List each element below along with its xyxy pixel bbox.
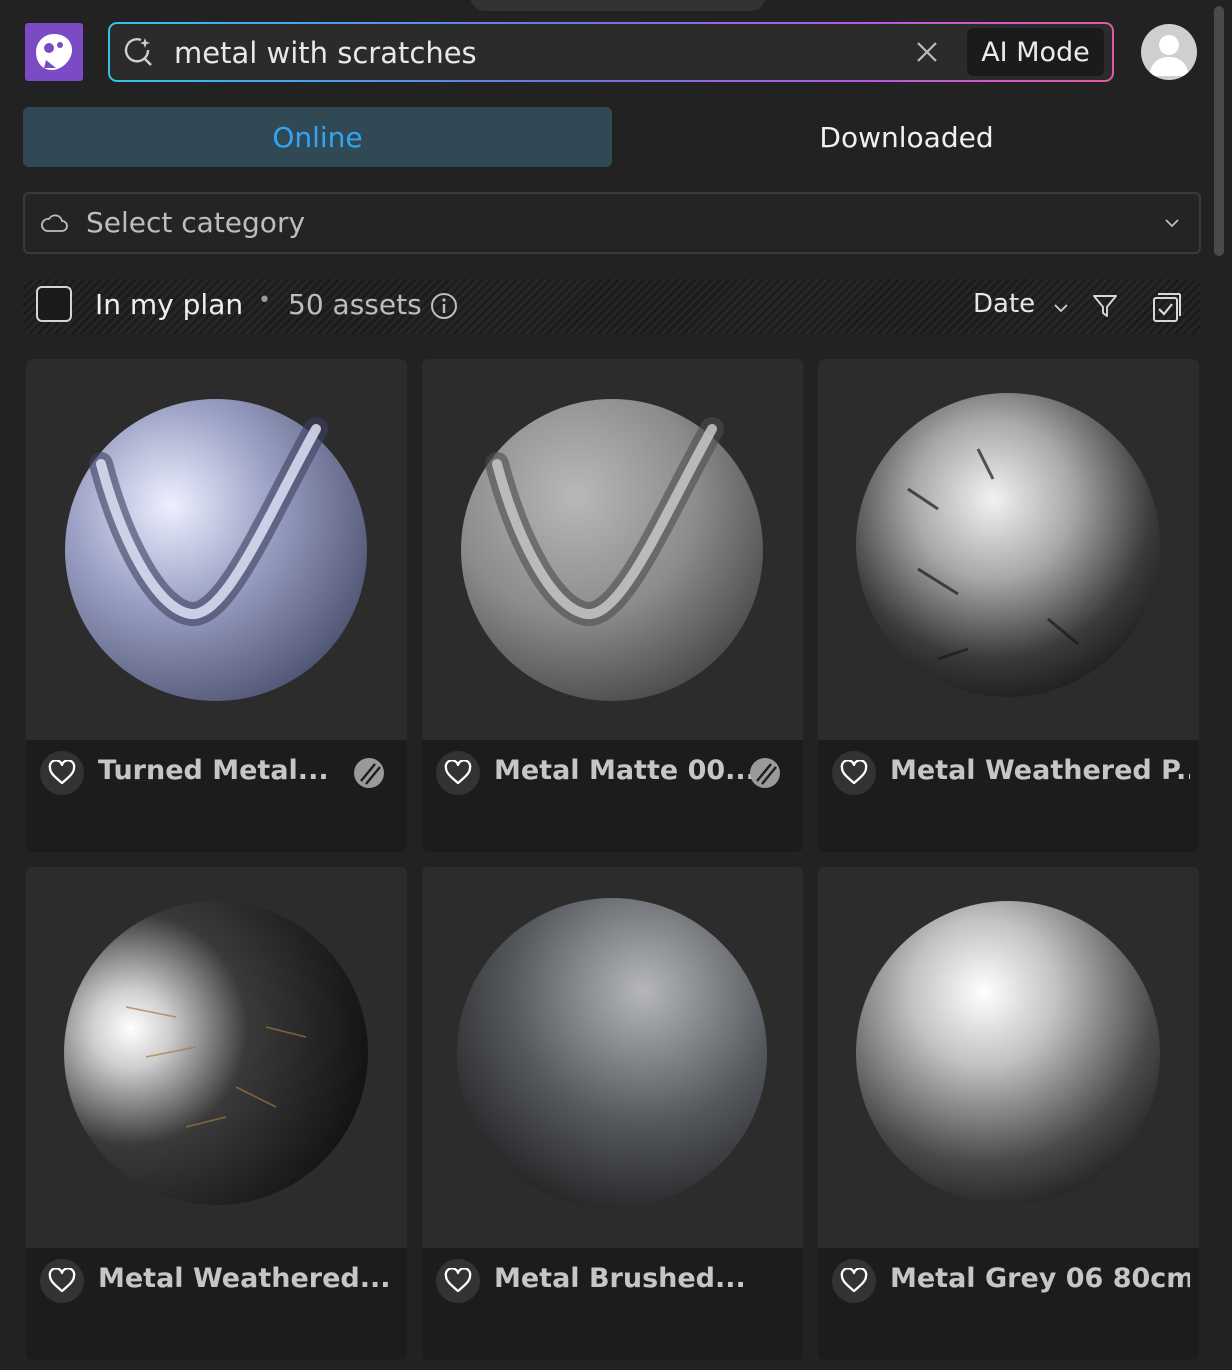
- asset-title: Metal Weathered...: [98, 1263, 391, 1294]
- favorite-button[interactable]: [40, 1259, 84, 1303]
- category-placeholder: Select category: [86, 206, 306, 239]
- separator-dot: •: [258, 288, 271, 313]
- search-input[interactable]: [172, 28, 896, 78]
- heart-icon: [840, 760, 868, 785]
- info-icon[interactable]: [429, 291, 459, 321]
- category-select[interactable]: Select category: [23, 192, 1201, 254]
- clear-icon[interactable]: [913, 38, 941, 66]
- heart-icon: [444, 760, 472, 785]
- material-badge-icon: [750, 758, 780, 788]
- material-sphere-image: [856, 393, 1160, 697]
- in-my-plan-checkbox[interactable]: [36, 286, 72, 322]
- asset-thumbnail[interactable]: [26, 867, 407, 1248]
- heart-icon: [444, 1268, 472, 1293]
- user-avatar[interactable]: [1141, 24, 1197, 80]
- favorite-button[interactable]: [832, 1259, 876, 1303]
- material-sphere-image: [64, 901, 368, 1205]
- app-logo[interactable]: [25, 23, 83, 81]
- favorite-button[interactable]: [436, 751, 480, 795]
- asset-thumbnail[interactable]: [422, 867, 803, 1248]
- search-icon: [124, 38, 152, 66]
- asset-thumbnail[interactable]: [818, 867, 1199, 1248]
- asset-card[interactable]: Metal Brushed...: [422, 867, 803, 1360]
- material-sphere-image: [457, 898, 767, 1208]
- asset-thumbnail[interactable]: [818, 359, 1199, 740]
- filter-bar: In my plan • 50 assets Date: [23, 279, 1201, 334]
- asset-thumbnail[interactable]: [26, 359, 407, 740]
- heart-icon: [48, 760, 76, 785]
- top-notch: [470, 0, 766, 11]
- asset-thumbnail[interactable]: [422, 359, 803, 740]
- select-all-icon[interactable]: [1151, 291, 1181, 323]
- favorite-button[interactable]: [832, 751, 876, 795]
- asset-title: Metal Grey 06 80cm: [890, 1263, 1190, 1294]
- chevron-down-icon: [1165, 219, 1179, 228]
- user-avatar-icon: [1149, 35, 1189, 76]
- asset-card[interactable]: Metal Grey 06 80cm: [818, 867, 1199, 1360]
- heart-icon: [48, 1268, 76, 1293]
- tab-online[interactable]: Online: [23, 107, 612, 167]
- heart-icon: [840, 1268, 868, 1293]
- asset-card[interactable]: Metal Matte 00...: [422, 359, 803, 852]
- search-box: AI Mode: [108, 22, 1114, 82]
- favorite-button[interactable]: [40, 751, 84, 795]
- sort-date-label[interactable]: Date: [973, 289, 1035, 319]
- asset-title: Metal Matte 00...: [494, 755, 756, 786]
- material-sphere-image: [461, 399, 763, 701]
- tab-downloaded[interactable]: Downloaded: [612, 107, 1201, 167]
- asset-card[interactable]: Metal Weathered...: [26, 867, 407, 1360]
- asset-count: 50 assets: [288, 288, 422, 321]
- in-my-plan-label: In my plan: [95, 288, 244, 321]
- scrollbar-thumb[interactable]: [1214, 6, 1224, 256]
- asset-card[interactable]: Turned Metal...: [26, 359, 407, 852]
- asset-title: Turned Metal...: [98, 755, 329, 786]
- material-sphere-image: [65, 399, 367, 701]
- asset-title: Metal Weathered P...: [890, 755, 1190, 786]
- ai-mode-button[interactable]: AI Mode: [967, 28, 1104, 76]
- material-badge-icon: [354, 758, 384, 788]
- filter-icon[interactable]: [1091, 292, 1119, 320]
- favorite-button[interactable]: [436, 1259, 480, 1303]
- asset-card[interactable]: Metal Weathered P...: [818, 359, 1199, 852]
- sort-chevron-down-icon[interactable]: [1052, 299, 1070, 317]
- cloud-icon: [41, 214, 68, 232]
- app-logo-icon: [36, 34, 72, 70]
- material-sphere-image: [856, 901, 1160, 1205]
- asset-title: Metal Brushed...: [494, 1263, 746, 1294]
